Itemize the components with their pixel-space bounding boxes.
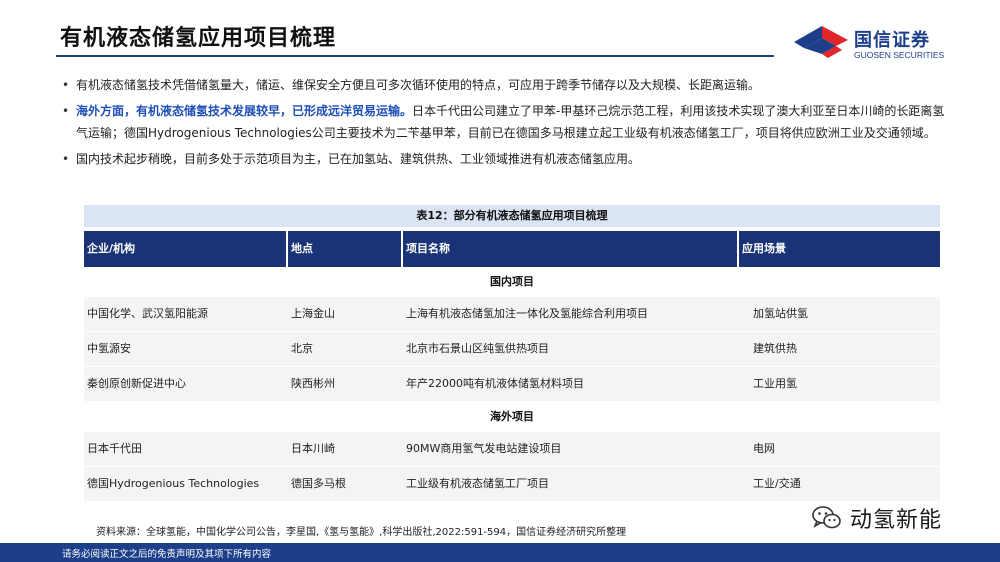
cell-location: 德国多马根 — [291, 477, 346, 490]
watermark: 动氢新能 — [812, 502, 942, 534]
cell-project: 工业级有机液态储氢工厂项目 — [406, 477, 549, 490]
bullet-item: 有机液态储氢技术凭借储氢量大，储运、维保安全方便且可多次循环使用的特点，可应用于… — [62, 74, 952, 96]
table-header: 企业/机构 地点 项目名称 应用场景 — [84, 231, 940, 267]
cell-application: 加氢站供氢 — [753, 307, 808, 320]
table-row: 德国Hydrogenious Technologies 德国多马根 工业级有机液… — [84, 467, 940, 502]
bullet-emphasis: 海外方面，有机液态储氢技术发展较早，已形成远洋贸易运输。 — [76, 104, 413, 118]
footer-disclaimer: 请务必阅读正文之后的免责声明及其项下所有内容 — [62, 549, 272, 560]
company-logo: 国信证券 GUOSEN SECURITIES — [792, 20, 992, 68]
bullet-item: 海外方面，有机液态储氢技术发展较早，已形成远洋贸易运输。日本千代田公司建立了甲苯… — [62, 100, 952, 144]
cell-location: 北京 — [291, 342, 313, 355]
bullet-item: 国内技术起步稍晚，目前多处于示范项目为主，已在加氢站、建筑供热、工业领域推进有机… — [62, 148, 952, 170]
bullet-text: 有机液态储氢技术凭借储氢量大，储运、维保安全方便且可多次循环使用的特点，可应用于… — [76, 78, 761, 92]
title-divider — [56, 55, 774, 57]
cell-company: 中氢源安 — [87, 342, 131, 355]
projects-table: 表12：部分有机液态储氢应用项目梳理 企业/机构 地点 项目名称 应用场景 国内… — [84, 205, 940, 502]
bullet-text: 国内技术起步稍晚，目前多处于示范项目为主，已在加氢站、建筑供热、工业领域推进有机… — [76, 152, 641, 166]
source-note: 资料来源：全球氢能，中国化学公司公告，李星国,《氢与氢能》,科学出版社,2022… — [96, 527, 627, 538]
cell-location: 上海金山 — [291, 307, 335, 320]
header-location: 地点 — [288, 231, 403, 267]
cell-project: 北京市石景山区纯氢供热项目 — [406, 342, 549, 355]
cell-company: 日本千代田 — [87, 442, 142, 455]
footer-bar: 请务必阅读正文之后的免责声明及其项下所有内容 — [0, 543, 1000, 562]
cell-application: 电网 — [753, 442, 775, 455]
cell-project: 90MW商用氢气发电站建设项目 — [406, 442, 562, 455]
cell-application: 工业/交通 — [753, 477, 801, 490]
section-domestic: 国内项目 — [490, 275, 534, 288]
header-application: 应用场景 — [742, 242, 786, 255]
cell-company: 秦创原创新促进中心 — [87, 377, 186, 390]
table-row: 中国化学、武汉氢阳能源 上海金山 上海有机液态储氢加注一体化及氢能综合利用项目 … — [84, 297, 940, 332]
logo-chinese-name: 国信证券 — [854, 30, 930, 51]
cell-company: 德国Hydrogenious Technologies — [87, 477, 260, 490]
cell-location: 日本川崎 — [291, 442, 335, 455]
table-row: 秦创原创新促进中心 陕西彬州 年产22000吨有机液体储氢材料项目 工业用氢 — [84, 367, 940, 402]
bullet-list: 有机液态储氢技术凭借储氢量大，储运、维保安全方便且可多次循环使用的特点，可应用于… — [62, 74, 952, 174]
table-row: 中氢源安 北京 北京市石景山区纯氢供热项目 建筑供热 — [84, 332, 940, 367]
page-title: 有机液态储氢应用项目梳理 — [60, 26, 337, 51]
table-caption: 表12：部分有机液态储氢应用项目梳理 — [84, 205, 940, 227]
cell-application: 建筑供热 — [753, 342, 797, 355]
header-company: 企业/机构 — [84, 231, 288, 267]
cell-application: 工业用氢 — [753, 377, 797, 390]
cell-location: 陕西彬州 — [291, 377, 335, 390]
watermark-text: 动氢新能 — [850, 508, 943, 533]
header-project: 项目名称 — [403, 231, 739, 267]
cell-company: 中国化学、武汉氢阳能源 — [87, 307, 208, 320]
cell-project: 年产22000吨有机液体储氢材料项目 — [406, 377, 584, 390]
logo-english-name: GUOSEN SECURITIES — [854, 50, 945, 60]
wechat-icon — [812, 506, 841, 529]
section-overseas: 海外项目 — [490, 410, 534, 423]
cell-project: 上海有机液态储氢加注一体化及氢能综合利用项目 — [406, 307, 648, 320]
guosen-logo-icon — [794, 26, 848, 58]
table-row: 日本千代田 日本川崎 90MW商用氢气发电站建设项目 电网 — [84, 432, 940, 467]
